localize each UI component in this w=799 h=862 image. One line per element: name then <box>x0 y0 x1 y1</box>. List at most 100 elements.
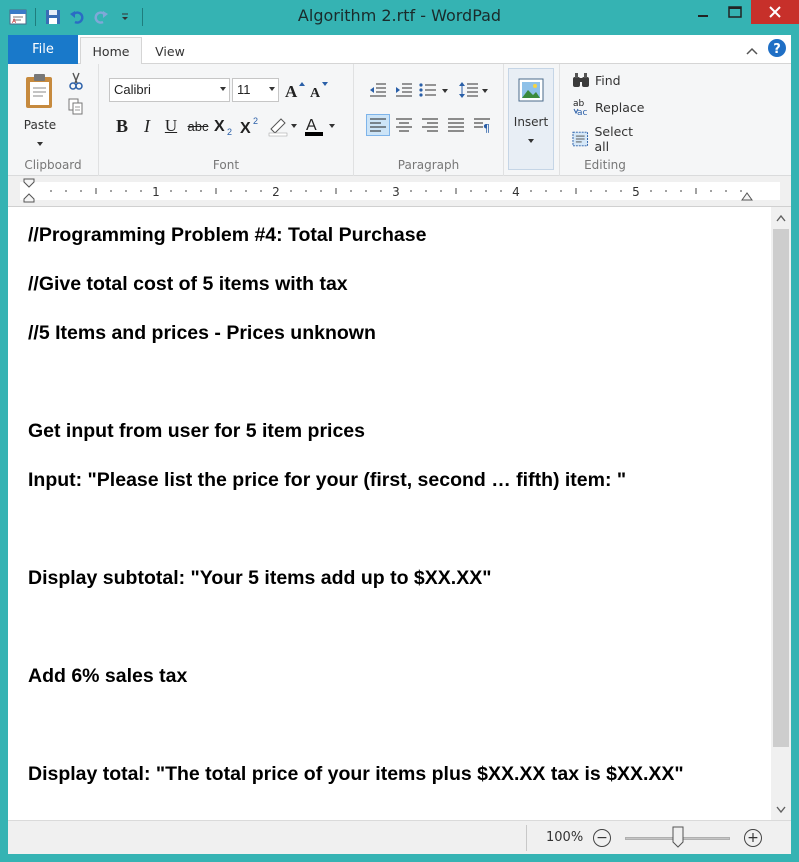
tab-home[interactable]: Home <box>80 37 142 65</box>
ruler-number: 5 <box>632 185 640 199</box>
paste-label: Paste <box>23 118 57 132</box>
scroll-down-icon[interactable] <box>771 800 791 818</box>
paragraph-group-label: Paragraph <box>397 158 460 172</box>
italic-button[interactable]: I <box>137 114 157 138</box>
maximize-button[interactable] <box>719 0 751 24</box>
justify-button[interactable] <box>444 114 468 136</box>
line-spacing-button[interactable] <box>458 79 492 101</box>
document-area[interactable]: //Programming Problem #4: Total Purchase… <box>8 207 771 820</box>
superscript-button[interactable]: X2 <box>239 114 263 138</box>
bold-button[interactable]: B <box>111 114 133 138</box>
find-button[interactable]: Find <box>572 72 621 88</box>
right-indent-marker[interactable] <box>741 190 753 202</box>
replace-button[interactable]: ab ac Replace <box>572 98 644 116</box>
svg-text:2: 2 <box>253 116 258 126</box>
decrease-indent-icon <box>370 83 386 97</box>
zoom-in-icon[interactable]: + <box>744 829 762 847</box>
zoom-percentage: 100% <box>546 830 584 845</box>
window-title: Algorithm 2.rtf - WordPad <box>297 6 502 25</box>
close-button[interactable] <box>751 0 799 24</box>
align-left-button[interactable] <box>366 114 390 136</box>
ruler-tick <box>710 190 712 192</box>
ruler[interactable]: 1 2 3 4 5 <box>8 176 791 207</box>
grow-font-button[interactable]: A <box>284 78 306 102</box>
zoom-slider-thumb[interactable] <box>672 826 684 848</box>
bullet-list-button[interactable] <box>418 79 452 101</box>
font-size-value: 11 <box>237 82 251 97</box>
doc-line-8: Display subtotal: "Your 5 items add up t… <box>28 567 492 589</box>
doc-line-3: //5 Items and prices - Prices unknown <box>28 322 376 344</box>
doc-line-9 <box>28 613 758 662</box>
document-text[interactable]: //Programming Problem #4: Total Purchase… <box>28 221 758 788</box>
ruler-tick <box>260 190 262 192</box>
doc-line-6: Input: "Please list the price for your (… <box>28 469 627 491</box>
copy-icon[interactable] <box>68 98 84 120</box>
clipboard-group-label: Clipboard <box>24 158 82 172</box>
ribbon: Paste Clipboard Calibri 11 A A B I U abc… <box>8 64 791 176</box>
insert-dropdown-icon <box>528 139 534 143</box>
zoom-out-icon[interactable]: − <box>593 829 611 847</box>
font-color-button[interactable]: A <box>303 114 337 138</box>
paragraph-icon: ¶ <box>474 118 490 133</box>
ruler-tick <box>320 190 322 192</box>
scroll-up-icon[interactable] <box>771 209 791 227</box>
cut-icon[interactable] <box>68 72 84 94</box>
font-family-select[interactable]: Calibri <box>109 78 230 102</box>
ruler-tick <box>65 190 67 192</box>
ruler-strip: 1 2 3 4 5 <box>20 182 780 200</box>
select-all-button[interactable]: Select all <box>572 124 650 154</box>
paste-icon <box>26 74 52 108</box>
paste-button[interactable]: Paste <box>20 72 60 151</box>
line-spacing-icon <box>459 82 488 98</box>
scrollbar-thumb[interactable] <box>773 229 789 747</box>
first-line-indent-marker[interactable] <box>22 178 36 204</box>
ruler-tick <box>425 190 427 192</box>
editing-group-label: Editing <box>584 158 626 172</box>
clipboard-small-buttons <box>68 72 84 120</box>
highlight-button[interactable] <box>267 114 299 138</box>
help-icon[interactable]: ? <box>767 38 787 62</box>
svg-text:?: ? <box>773 42 781 57</box>
doc-line-12: Display total: "The total price of your … <box>28 763 684 785</box>
vertical-scrollbar[interactable] <box>771 207 791 820</box>
tab-file[interactable]: File <box>8 35 78 64</box>
tab-view[interactable]: View <box>142 37 198 65</box>
binoculars-icon <box>573 73 589 87</box>
paragraph-settings-button[interactable]: ¶ <box>470 114 494 136</box>
ruler-tick <box>620 190 622 192</box>
ruler-number: 3 <box>392 185 400 199</box>
title-bar[interactable]: A Algorithm 2.rtf - WordPad <box>0 0 799 33</box>
ruler-tick <box>200 190 202 192</box>
ruler-tick <box>725 190 727 192</box>
ruler-tick <box>560 190 562 192</box>
ruler-tick <box>245 190 247 192</box>
underline-button[interactable]: U <box>161 114 181 138</box>
shrink-font-button[interactable]: A <box>308 78 330 102</box>
doc-line-1: //Programming Problem #4: Total Purchase <box>28 224 427 246</box>
svg-text:X: X <box>214 118 225 135</box>
ruler-tick <box>110 190 112 192</box>
decrease-indent-button[interactable] <box>366 79 390 101</box>
ruler-tick <box>650 190 652 192</box>
minimize-button[interactable] <box>687 0 719 24</box>
ruler-tick <box>125 190 127 192</box>
doc-line-11 <box>28 711 758 760</box>
doc-line-5: Get input from user for 5 item prices <box>28 420 365 442</box>
find-label: Find <box>595 72 621 88</box>
align-center-button[interactable] <box>392 114 416 136</box>
ruler-tick <box>500 190 502 192</box>
increase-indent-button[interactable] <box>392 79 416 101</box>
ruler-tick <box>380 190 382 192</box>
status-bar: 100% − + <box>8 820 791 854</box>
ruler-tick <box>485 190 487 192</box>
paste-dropdown-icon[interactable] <box>36 141 44 147</box>
insert-button[interactable]: Insert <box>508 68 554 170</box>
align-right-button[interactable] <box>418 114 442 136</box>
subscript-button[interactable]: X2 <box>213 114 237 138</box>
svg-text:A: A <box>306 117 317 134</box>
font-size-select[interactable]: 11 <box>232 78 279 102</box>
minimize-ribbon-icon[interactable] <box>745 41 759 60</box>
insert-label: Insert <box>513 115 549 129</box>
strikethrough-button[interactable]: abc <box>185 114 211 138</box>
doc-line-2: //Give total cost of 5 items with tax <box>28 273 348 295</box>
